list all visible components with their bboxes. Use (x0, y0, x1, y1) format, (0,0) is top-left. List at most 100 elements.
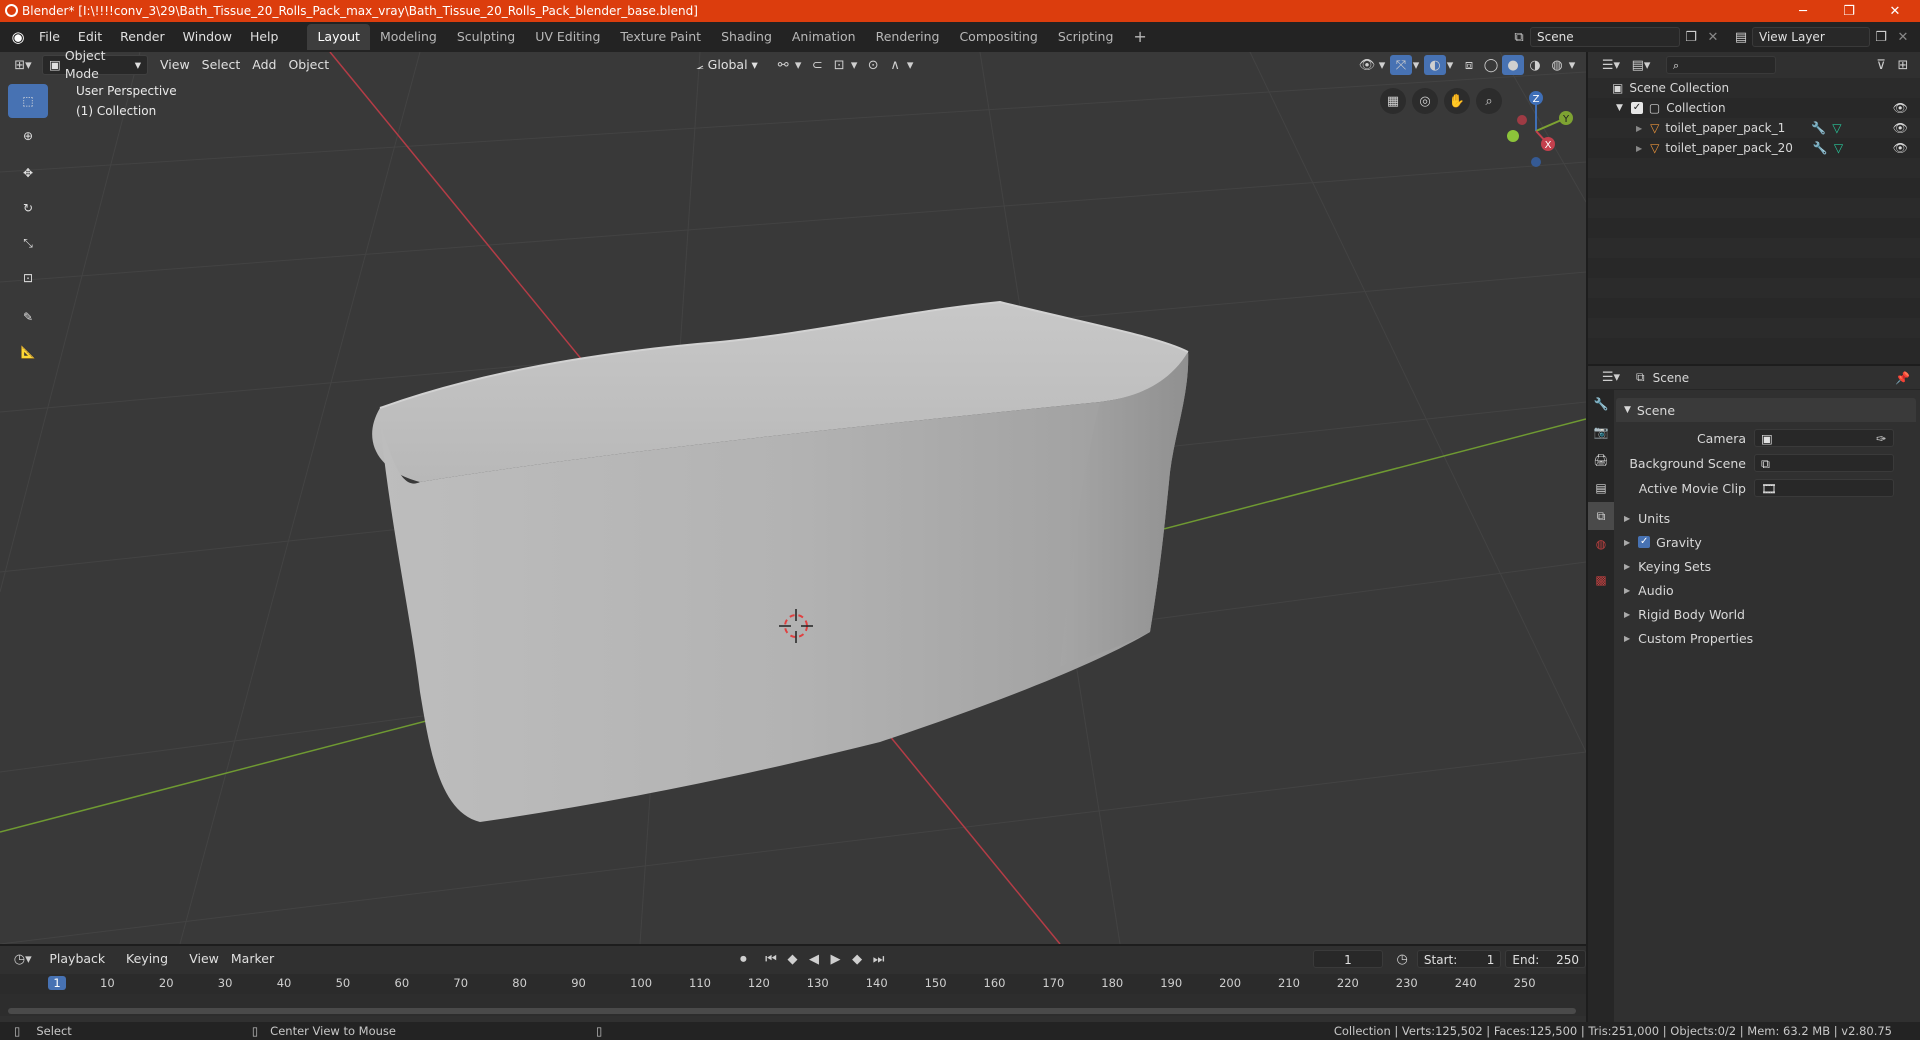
chevron-down-icon[interactable]: ▾ (1568, 55, 1576, 75)
cursor-tool-icon[interactable]: ⊕ (8, 119, 48, 153)
collection-checkbox[interactable]: ✓ (1630, 102, 1643, 114)
gizmo-toggle-icon[interactable]: ⤧ (1390, 55, 1412, 75)
overlay-toggle-icon[interactable]: ◐ (1424, 55, 1446, 75)
modifier-wrench-icon[interactable]: 🔧 (1813, 141, 1828, 155)
rotate-tool-icon[interactable]: ↻ (8, 191, 48, 225)
viewport-menu-view[interactable]: View (154, 55, 196, 75)
background-scene-field[interactable]: ⧉ (1754, 454, 1894, 472)
viewport-menu-select[interactable]: Select (196, 55, 247, 75)
timeline-menu-keying[interactable]: Keying ▾ (120, 949, 183, 986)
view-layer-field[interactable]: View Layer (1752, 27, 1870, 47)
toilet-paper-pack-mesh[interactable] (372, 300, 1189, 822)
subpanel-units[interactable]: ▶ Units (1616, 506, 1920, 530)
subpanel-rigid-body-world[interactable]: ▶ Rigid Body World (1616, 602, 1920, 626)
perspective-toggle-icon[interactable]: ▦ (1380, 88, 1406, 114)
eyedropper-icon[interactable]: ✑ (1876, 431, 1886, 446)
timeline-menu-marker[interactable]: Marker (225, 949, 280, 969)
tab-shading[interactable]: Shading (711, 24, 782, 50)
editor-type-icon[interactable]: ⊞▾ (8, 55, 38, 75)
scene-field[interactable]: Scene (1530, 27, 1680, 47)
scene-tab-icon[interactable]: ⧉ (1588, 502, 1614, 530)
tab-rendering[interactable]: Rendering (866, 24, 950, 50)
maximize-button[interactable]: ❐ (1826, 0, 1872, 22)
xray-icon[interactable]: ⧈ (1458, 55, 1480, 75)
output-tab-icon[interactable]: 🖨 (1588, 446, 1614, 474)
active-movie-clip-field[interactable]: 🎞 (1754, 479, 1894, 497)
tab-layout[interactable]: Layout (307, 24, 370, 50)
menu-edit[interactable]: Edit (69, 25, 111, 49)
pan-hand-icon[interactable]: ✋ (1444, 88, 1470, 114)
material-shading-icon[interactable]: ◑ (1524, 55, 1546, 75)
visibility-icon[interactable]: 👁 (1356, 55, 1378, 75)
jump-end-icon[interactable]: ⏭ (868, 949, 890, 969)
subpanel-gravity[interactable]: ▶ ✓ Gravity (1616, 530, 1920, 554)
menu-file[interactable]: File (30, 25, 69, 49)
filter-icon[interactable]: ⊽ (1870, 55, 1892, 75)
outliner-row-collection[interactable]: ▼ ✓ ▢ Collection 👁 (1588, 98, 1920, 118)
expand-arrow-icon[interactable]: ▶ (1636, 124, 1642, 133)
scene-selector-icon[interactable]: ⧉ (1508, 27, 1530, 47)
snap-icon[interactable]: ⊂ (806, 55, 828, 75)
menu-window[interactable]: Window (174, 25, 241, 49)
measure-tool-icon[interactable]: 📐 (8, 335, 48, 369)
play-reverse-icon[interactable]: ◀ (803, 949, 825, 969)
blender-menu-icon[interactable]: ◉ (6, 27, 30, 47)
current-frame-marker[interactable]: 1 (48, 976, 66, 990)
menu-render[interactable]: Render (111, 25, 174, 49)
timeline-menu-view[interactable]: View (183, 949, 225, 969)
falloff-icon[interactable]: ∧ (884, 55, 906, 75)
scale-tool-icon[interactable]: ⤡ (8, 226, 48, 260)
solid-shading-icon[interactable]: ● (1502, 55, 1524, 75)
timeline-scrollbar[interactable] (8, 1008, 1576, 1014)
minimize-button[interactable]: ─ (1780, 0, 1826, 22)
eye-icon[interactable]: 👁 (1893, 121, 1908, 135)
expand-arrow-icon[interactable]: ▼ (1616, 103, 1623, 113)
navigation-gizmo[interactable]: Z Y X (1496, 86, 1586, 176)
camera-field[interactable]: ▣ (1754, 429, 1894, 447)
tab-texture-paint[interactable]: Texture Paint (610, 24, 711, 50)
gizmo-neg-z-icon[interactable] (1531, 157, 1541, 167)
move-tool-icon[interactable]: ✥ (8, 156, 48, 190)
prev-keyframe-icon[interactable]: ◆ (782, 949, 804, 969)
chevron-down-icon[interactable]: ▾ (906, 55, 914, 75)
chevron-down-icon[interactable]: ▾ (1412, 55, 1420, 75)
expand-arrow-icon[interactable]: ▶ (1636, 144, 1642, 153)
transform-tool-icon[interactable]: ⊡ (8, 261, 48, 295)
pivot-point-icon[interactable]: ⚯ (772, 55, 794, 75)
timeline-menu-playback[interactable]: Playback ▾ (43, 949, 120, 986)
new-collection-icon[interactable]: ⊞ (1892, 55, 1914, 75)
object-mode-dropdown[interactable]: ▣ Object Mode ▾ (42, 48, 148, 81)
eye-icon[interactable]: 👁 (1893, 101, 1908, 115)
tab-animation[interactable]: Animation (782, 24, 866, 50)
delete-scene-icon[interactable]: ✕ (1702, 27, 1724, 47)
outliner-row-scene-collection[interactable]: ▣ Scene Collection (1588, 78, 1920, 98)
chevron-down-icon[interactable]: ▾ (794, 55, 802, 75)
tool-tab-icon[interactable]: 🔧 (1588, 390, 1614, 418)
preview-range-icon[interactable]: ◷ (1391, 949, 1413, 969)
subpanel-keying-sets[interactable]: ▶ Keying Sets (1616, 554, 1920, 578)
next-keyframe-icon[interactable]: ◆ (846, 949, 868, 969)
transform-orientation-dropdown[interactable]: ⦟ Global ▾ (690, 55, 766, 75)
tab-uv-editing[interactable]: UV Editing (525, 24, 610, 50)
scene-panel-header[interactable]: ▼ Scene (1616, 398, 1916, 422)
chevron-down-icon[interactable]: ▾ (850, 55, 858, 75)
mesh-data-icon[interactable]: ▽ (1832, 121, 1841, 135)
menu-help[interactable]: Help (241, 25, 288, 49)
modifier-wrench-icon[interactable]: 🔧 (1811, 121, 1826, 135)
current-frame-field[interactable]: 1 (1312, 950, 1384, 968)
close-button[interactable]: ✕ (1872, 0, 1918, 22)
end-frame-field[interactable]: End: 250 (1505, 950, 1586, 968)
gravity-checkbox[interactable]: ✓ (1638, 536, 1651, 548)
proportional-edit-icon[interactable]: ⊙ (862, 55, 884, 75)
play-icon[interactable]: ▶ (825, 949, 847, 969)
viewport-menu-add[interactable]: Add (246, 55, 282, 75)
chevron-down-icon[interactable]: ▾ (1378, 55, 1386, 75)
add-workspace-button[interactable]: + (1123, 24, 1156, 50)
render-tab-icon[interactable]: 📷 (1588, 418, 1614, 446)
snap-target-icon[interactable]: ⊡ (828, 55, 850, 75)
subpanel-audio[interactable]: ▶ Audio (1616, 578, 1920, 602)
world-tab-icon[interactable]: ◍ (1588, 530, 1614, 558)
tab-modeling[interactable]: Modeling (370, 24, 447, 50)
3d-viewport[interactable]: User Perspective (1) Collection ▦ ◎ ✋ ⌕ … (0, 52, 1586, 944)
chevron-down-icon[interactable]: ▾ (1446, 55, 1454, 75)
